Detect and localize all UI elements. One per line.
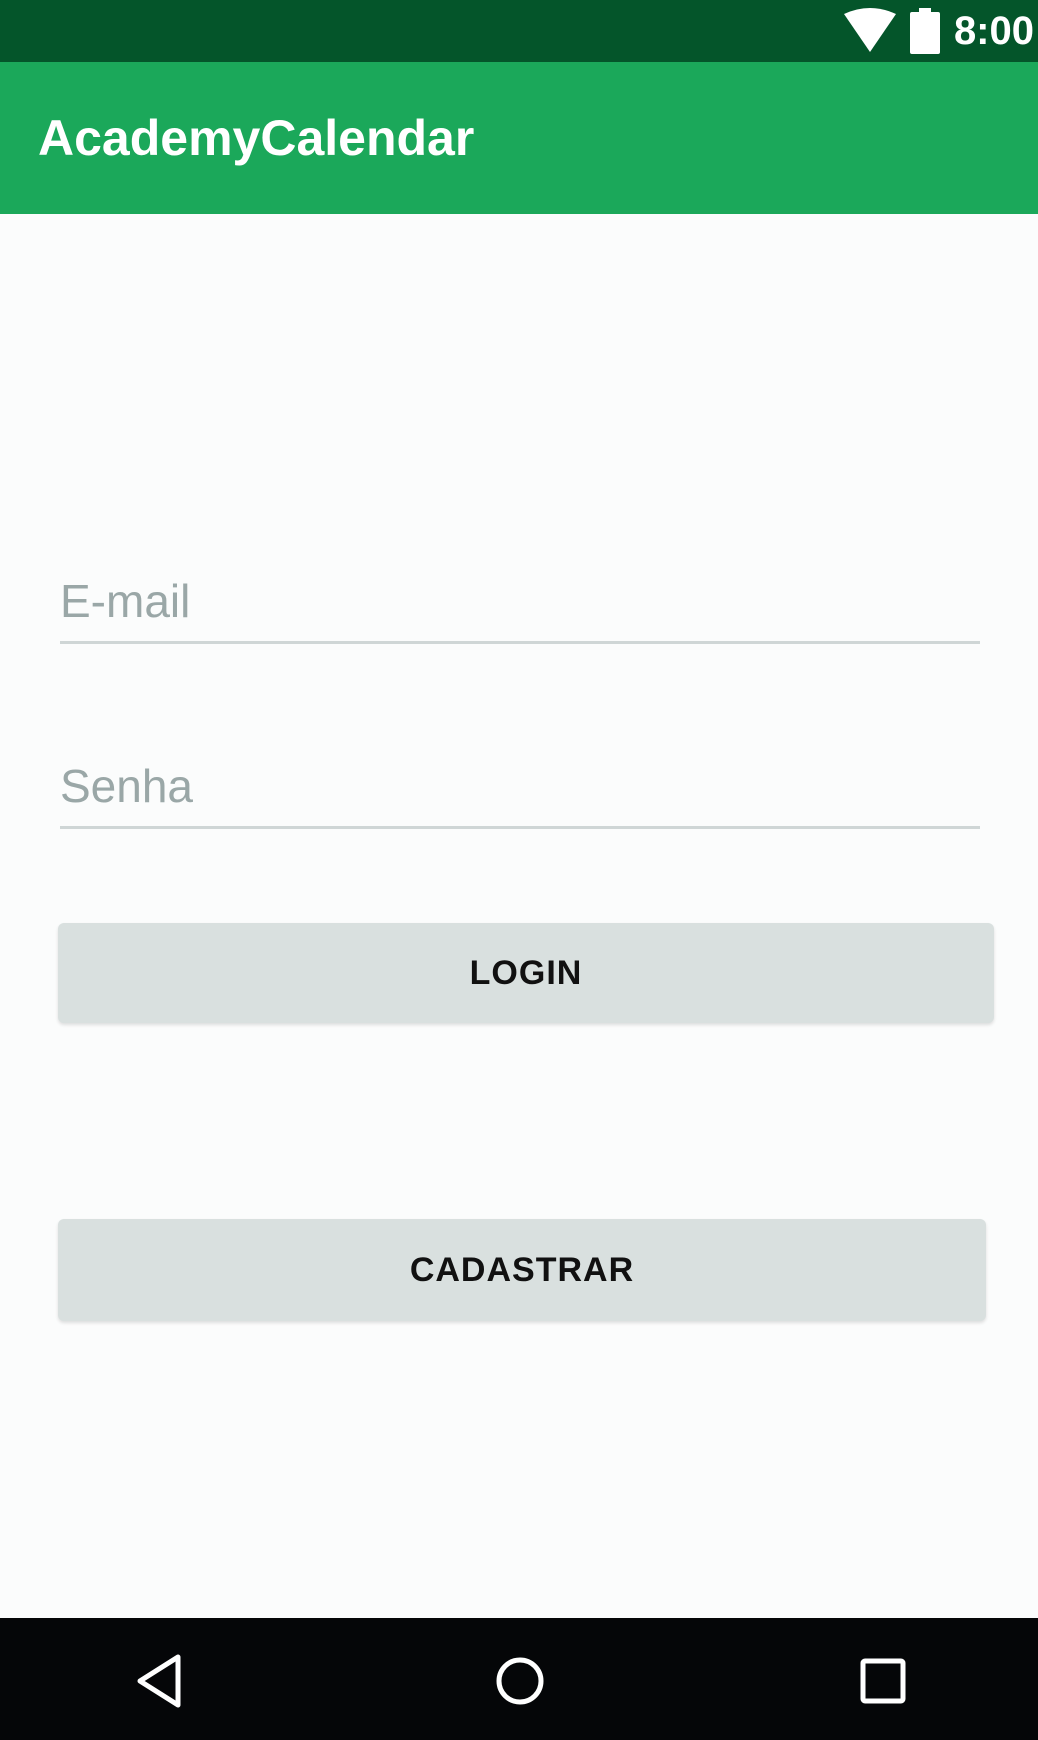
recents-button[interactable]: [838, 1636, 928, 1726]
home-icon: [495, 1656, 545, 1706]
cadastrar-button[interactable]: CADASTRAR: [58, 1219, 986, 1321]
status-indicators: 8:00: [842, 0, 1038, 62]
email-field-container: [60, 560, 980, 644]
back-icon: [134, 1653, 184, 1709]
wifi-icon: [842, 8, 910, 54]
back-button[interactable]: [114, 1636, 204, 1726]
battery-icon: [909, 8, 954, 54]
navigation-bar: [0, 1618, 1038, 1740]
app-bar: AcademyCalendar: [0, 62, 1038, 214]
email-field[interactable]: [60, 560, 980, 641]
status-bar: 8:00: [0, 0, 1038, 62]
senha-field-container: [60, 745, 980, 829]
login-button[interactable]: LOGIN: [58, 923, 994, 1023]
recents-icon: [860, 1658, 906, 1704]
login-screen: 8:00 AcademyCalendar LOGIN CADASTRAR: [0, 0, 1038, 1740]
password-field[interactable]: [60, 745, 980, 826]
status-time: 8:00: [953, 8, 1034, 53]
home-button[interactable]: [475, 1636, 565, 1726]
app-title: AcademyCalendar: [38, 110, 475, 166]
